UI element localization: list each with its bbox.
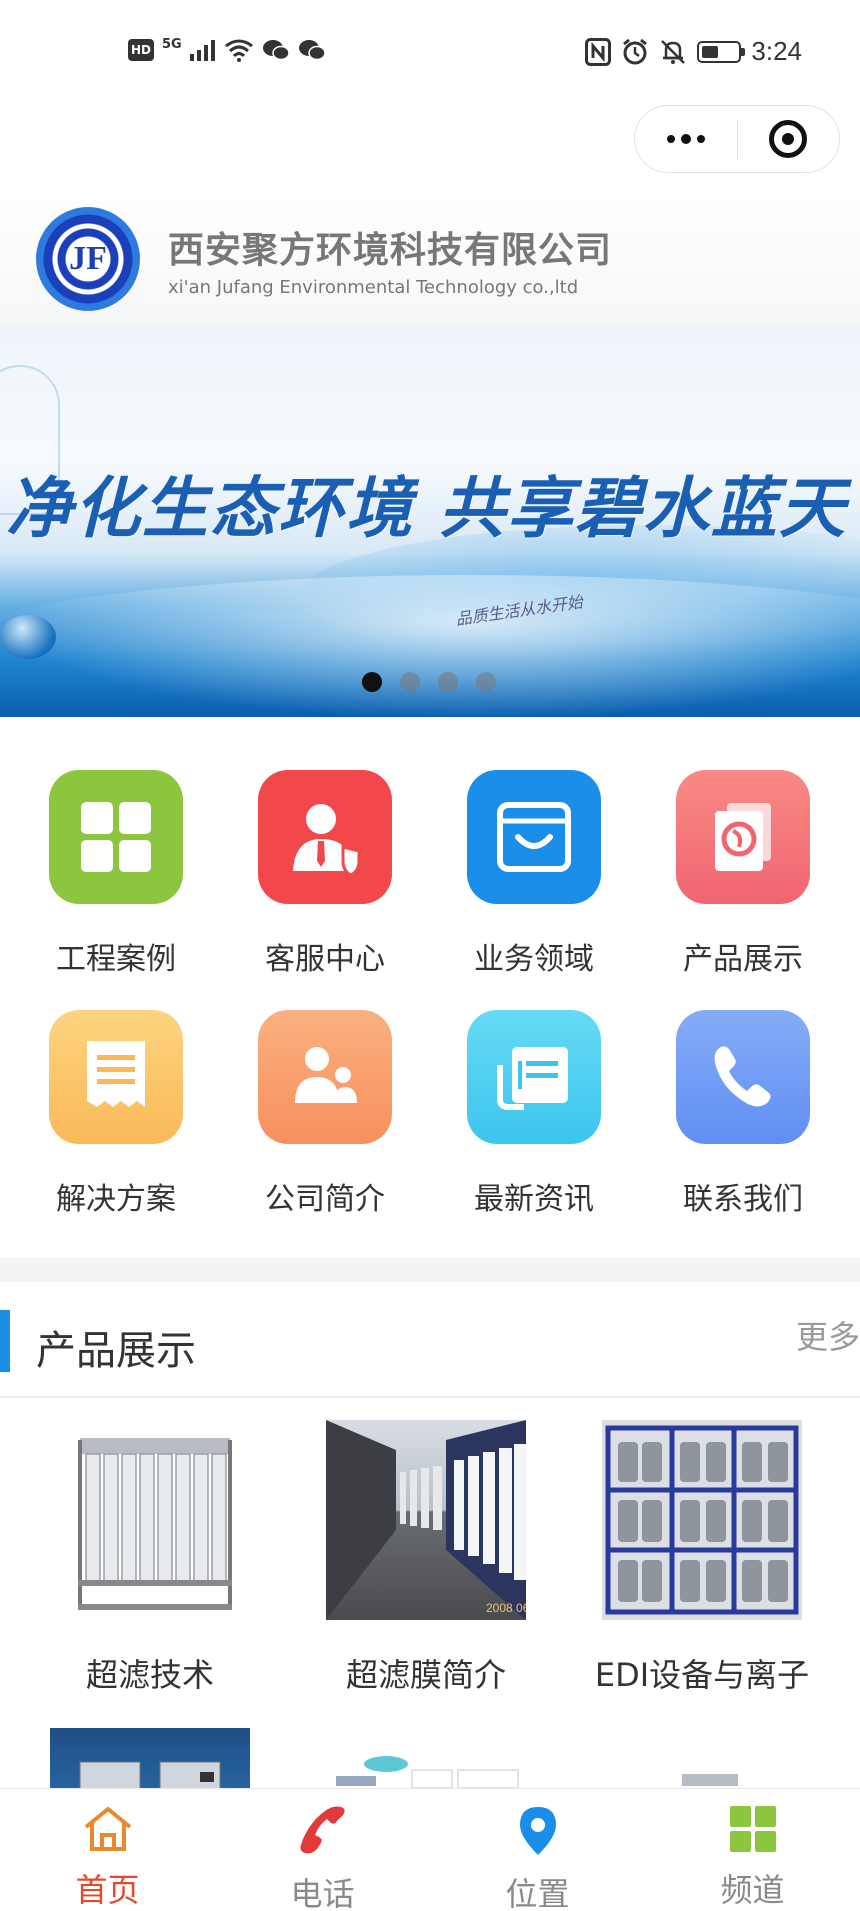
wechat-icon <box>262 40 290 61</box>
product-label: 超滤膜简介 <box>345 1656 506 1694</box>
banner-wave <box>0 575 860 717</box>
network-type: 5G <box>162 36 182 52</box>
grid-item-solutions[interactable]: 解决方案 <box>11 1010 221 1218</box>
grid-item-contact[interactable]: 联系我们 <box>638 1010 848 1218</box>
target-close-icon[interactable] <box>738 106 840 172</box>
company-name-en: xi'an Jufang Environmental Technology co… <box>168 277 579 298</box>
phone-icon <box>297 1805 349 1857</box>
alarm-icon <box>623 38 648 64</box>
grid-label: 最新资讯 <box>474 1182 594 1217</box>
mute-icon <box>661 39 686 64</box>
carousel-dot[interactable] <box>438 672 458 692</box>
water-drop-graphic <box>0 615 56 659</box>
product-card[interactable]: EDI设备与离子 <box>582 1420 822 1696</box>
status-left: HD 5G <box>128 36 326 62</box>
section-title: 产品展示 <box>36 1328 196 1374</box>
tab-label: 频道 <box>720 1871 785 1909</box>
status-right: 3:24 <box>585 36 802 67</box>
bottom-tab-bar: 首页 电话 位置 频道 <box>0 1788 860 1911</box>
more-dots-icon[interactable] <box>635 106 737 172</box>
tab-phone[interactable]: 电话 <box>215 1789 430 1911</box>
location-pin-icon <box>512 1805 564 1857</box>
battery-level <box>702 45 719 58</box>
grid-item-customer-service[interactable]: 客服中心 <box>220 770 430 978</box>
product-section-header: 产品展示 更多 <box>0 1282 860 1398</box>
grid-item-news[interactable]: 最新资讯 <box>429 1010 639 1218</box>
home-icon <box>82 1805 134 1853</box>
grid-item-projects[interactable]: 工程案例 <box>11 770 221 978</box>
product-image-edi <box>602 1420 802 1620</box>
logo-text: JF <box>69 240 107 277</box>
grid-four-icon <box>49 770 183 904</box>
carousel-dot[interactable] <box>476 672 496 692</box>
company-logo: JF <box>36 207 140 311</box>
mini-program-home: HD 5G 3:24 JF 西安聚方环境科技有限公司 xi'an Jufang … <box>0 0 860 1911</box>
carousel-dot[interactable] <box>400 672 420 692</box>
grid-label: 公司简介 <box>265 1182 385 1217</box>
grid-label: 联系我们 <box>683 1182 803 1217</box>
product-image-membrane: 2008 06 <box>326 1420 526 1620</box>
carousel-dot[interactable] <box>362 672 382 692</box>
product-image-ultrafiltration <box>50 1420 250 1620</box>
product-label: EDI设备与离子 <box>594 1656 810 1694</box>
signal-icon <box>189 40 215 61</box>
company-header: JF 西安聚方环境科技有限公司 xi'an Jufang Environment… <box>0 195 860 325</box>
carousel-indicators <box>362 672 496 692</box>
tab-location[interactable]: 位置 <box>430 1789 645 1911</box>
nav-grid: 工程案例 客服中心 业务领域 产品展示 解决方案 公司简介 最新资讯 联系我们 <box>0 740 860 1240</box>
hd-icon: HD <box>128 39 154 61</box>
grid-item-business[interactable]: 业务领域 <box>429 770 639 978</box>
wifi-icon <box>224 39 253 62</box>
product-book-icon <box>676 770 810 904</box>
status-bar: HD 5G 3:24 <box>0 0 860 100</box>
section-accent-bar <box>0 1310 10 1372</box>
grid-label: 客服中心 <box>265 942 385 977</box>
tab-label: 位置 <box>505 1875 570 1911</box>
people-icon <box>258 1010 392 1144</box>
product-card[interactable]: 2008 06 超滤膜简介 <box>306 1420 546 1696</box>
grid-label: 解决方案 <box>56 1182 176 1217</box>
customer-service-icon <box>258 770 392 904</box>
nfc-icon <box>585 37 612 66</box>
receipt-icon <box>49 1010 183 1144</box>
section-divider <box>0 1258 860 1282</box>
banner-slogan: 净化生态环境 共享碧水蓝天 <box>6 469 847 547</box>
channel-grid-icon <box>727 1805 779 1853</box>
news-icon <box>467 1010 601 1144</box>
tab-label: 首页 <box>75 1871 140 1909</box>
clock: 3:24 <box>751 36 802 66</box>
grid-label: 工程案例 <box>56 942 176 977</box>
product-label: 超滤技术 <box>85 1656 214 1694</box>
more-link[interactable]: 更多 <box>796 1312 860 1358</box>
company-name-cn: 西安聚方环境科技有限公司 <box>168 230 613 271</box>
svg-text:2008 06: 2008 06 <box>486 1601 526 1615</box>
grid-item-products[interactable]: 产品展示 <box>638 770 848 978</box>
grid-label: 业务领域 <box>474 942 594 977</box>
grid-label: 产品展示 <box>683 942 803 977</box>
shopping-bag-icon <box>467 770 601 904</box>
grid-item-about[interactable]: 公司简介 <box>220 1010 430 1218</box>
battery-icon <box>697 40 746 63</box>
capsule-menu <box>634 105 840 173</box>
product-card[interactable]: 超滤技术 <box>30 1420 270 1696</box>
tab-channel[interactable]: 频道 <box>645 1789 860 1911</box>
banner-carousel[interactable]: 净化生态环境 共享碧水蓝天 品质生活从水开始 <box>0 325 860 717</box>
tab-home[interactable]: 首页 <box>0 1789 215 1911</box>
tab-label: 电话 <box>290 1875 355 1911</box>
wechat-icon <box>298 40 326 61</box>
phone-icon <box>676 1010 810 1144</box>
